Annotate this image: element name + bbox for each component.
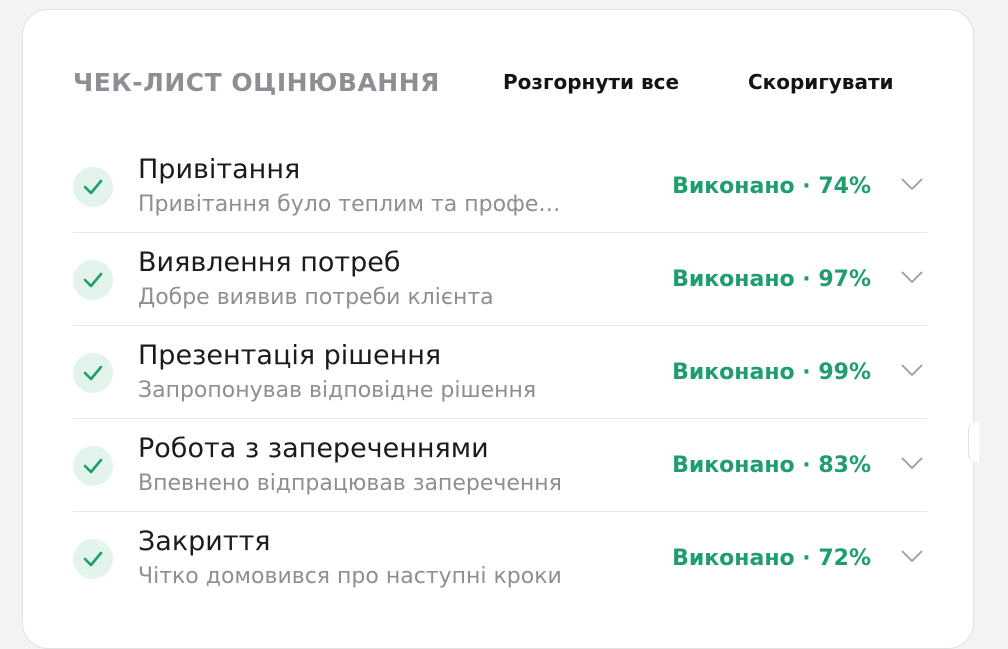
checklist-header: ЧЕК-ЛИСТ ОЦІНЮВАННЯ Розгорнути все Скори…: [73, 64, 933, 100]
checklist-item[interactable]: Закриття Чітко домовився про наступні кр…: [73, 512, 927, 604]
check-icon: [73, 167, 113, 207]
check-icon: [73, 260, 113, 300]
chevron-down-icon[interactable]: [901, 455, 923, 474]
card-edge-decoration: [968, 422, 979, 462]
item-status: Виконано · 97%: [672, 267, 871, 292]
item-status: Виконано · 72%: [672, 546, 871, 571]
item-status: Виконано · 74%: [672, 174, 871, 199]
check-icon: [73, 353, 113, 393]
item-status: Виконано · 83%: [672, 453, 871, 478]
checklist-item[interactable]: Презентація рішення Запропонував відпові…: [73, 326, 927, 419]
item-description: Запропонував відповідне рішення: [138, 378, 537, 403]
item-title: Робота з запереченнями: [138, 433, 489, 464]
checklist-item[interactable]: Привітання Привітання було теплим та про…: [73, 140, 927, 233]
chevron-down-icon[interactable]: [901, 269, 923, 288]
item-description: Чітко домовився про наступні кроки: [138, 564, 562, 589]
check-icon: [73, 446, 113, 486]
item-title: Закриття: [138, 526, 271, 557]
item-description: Привітання було теплим та профе…: [138, 192, 561, 217]
chevron-down-icon[interactable]: [901, 362, 923, 381]
check-icon: [73, 539, 113, 579]
expand-all-button[interactable]: Розгорнути все: [503, 70, 679, 94]
checklist-item[interactable]: Робота з запереченнями Впевнено відпрацю…: [73, 419, 927, 512]
item-title: Виявлення потреб: [138, 247, 401, 278]
item-description: Впевнено відпрацював заперечення: [138, 471, 562, 496]
evaluation-checklist-card: ЧЕК-ЛИСТ ОЦІНЮВАННЯ Розгорнути все Скори…: [22, 9, 979, 649]
checklist-title: ЧЕК-ЛИСТ ОЦІНЮВАННЯ: [73, 68, 440, 97]
item-title: Привітання: [138, 154, 301, 185]
chevron-down-icon[interactable]: [901, 176, 923, 195]
item-description: Добре виявив потреби клієнта: [138, 285, 494, 310]
edit-button[interactable]: Скоригувати: [748, 70, 894, 94]
chevron-down-icon[interactable]: [901, 548, 923, 567]
checklist-items: Привітання Привітання було теплим та про…: [73, 140, 927, 604]
item-title: Презентація рішення: [138, 340, 442, 371]
item-status: Виконано · 99%: [672, 360, 871, 385]
checklist-item[interactable]: Виявлення потреб Добре виявив потреби кл…: [73, 233, 927, 326]
